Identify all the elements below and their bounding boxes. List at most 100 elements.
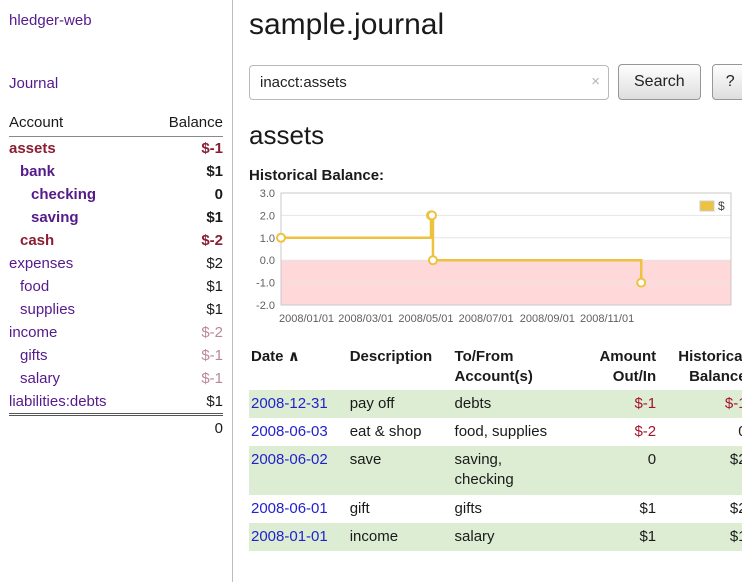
account-row: salary $-1: [9, 367, 223, 390]
account-link[interactable]: salary: [20, 370, 60, 387]
page-title: sample.journal: [249, 8, 742, 42]
search-input[interactable]: [249, 65, 609, 100]
register-row: 2008-12-31pay offdebts$-1$-1: [249, 390, 742, 418]
transaction-accounts: gifts: [453, 495, 580, 523]
svg-text:2008/01/01: 2008/01/01: [279, 313, 334, 325]
account-balance: 0: [147, 183, 223, 206]
account-link[interactable]: liabilities:debts: [9, 393, 107, 410]
account-link[interactable]: bank: [20, 163, 55, 180]
account-link[interactable]: supplies: [20, 301, 75, 318]
transaction-date-cell: 2008-01-01: [249, 523, 348, 551]
transaction-description: pay off: [348, 390, 453, 418]
register-header-row: Date ∧ Description To/From Account(s) Am…: [249, 345, 742, 390]
transaction-accounts: debts: [453, 390, 580, 418]
hledger-web-app: hledger-web Journal Account Balance asse…: [0, 0, 742, 582]
app-title-link[interactable]: hledger-web: [9, 12, 92, 29]
account-balance: $-2: [147, 229, 223, 252]
transaction-date-link[interactable]: 2008-01-01: [251, 528, 328, 545]
account-link[interactable]: food: [20, 278, 49, 295]
svg-text:2008/05/01: 2008/05/01: [398, 313, 453, 325]
sidebar: hledger-web Journal Account Balance asse…: [0, 0, 233, 582]
transaction-historical-balance: 0: [658, 418, 742, 446]
register-row: 2008-06-02savesaving, checking0$2: [249, 446, 742, 495]
transaction-date-link[interactable]: 2008-06-03: [251, 423, 328, 440]
account-name-cell: food: [9, 275, 147, 298]
account-name-cell: expenses: [9, 252, 147, 275]
transaction-description: save: [348, 446, 453, 495]
clear-search-icon[interactable]: ×: [591, 74, 600, 90]
account-balance: $1: [147, 206, 223, 229]
account-row: assets$-1: [9, 137, 223, 161]
journal-link[interactable]: Journal: [9, 75, 58, 92]
svg-text:2008/09/01: 2008/09/01: [520, 313, 575, 325]
account-link[interactable]: expenses: [9, 255, 73, 272]
register-row: 2008-06-01giftgifts$1$2: [249, 495, 742, 523]
col-header-historical-balance: Historical Balance: [658, 345, 742, 390]
svg-text:-2.0: -2.0: [256, 300, 275, 312]
account-name-cell: bank: [9, 160, 147, 183]
svg-text:3.0: 3.0: [260, 189, 275, 200]
historical-balance-chart: 3.02.01.00.0-1.0-2.02008/01/012008/03/01…: [249, 189, 736, 329]
svg-text:-1.0: -1.0: [256, 278, 275, 290]
account-row: income $-2: [9, 321, 223, 344]
account-balance: $1: [147, 298, 223, 321]
transaction-historical-balance: $-1: [658, 390, 742, 418]
search-button[interactable]: Search: [618, 64, 701, 100]
transaction-amount: $-2: [580, 418, 658, 446]
account-balance: $1: [147, 275, 223, 298]
accounts-header-row: Account Balance: [9, 112, 223, 137]
transaction-historical-balance: $2: [658, 495, 742, 523]
account-link[interactable]: cash: [20, 232, 54, 249]
col-header-description: Description: [348, 345, 453, 390]
transaction-date-cell: 2008-06-03: [249, 418, 348, 446]
col-header-tofrom-accounts: To/From Account(s): [453, 345, 580, 390]
account-row: food $1: [9, 275, 223, 298]
account-balance: $1: [147, 390, 223, 415]
account-balance: $-1: [147, 367, 223, 390]
register-table: Date ∧ Description To/From Account(s) Am…: [249, 345, 742, 551]
account-name-cell: gifts: [9, 344, 147, 367]
main-panel: sample.journal × Search ? assets Histori…: [233, 0, 742, 582]
transaction-description: income: [348, 523, 453, 551]
account-name-cell: checking: [9, 183, 147, 206]
balance-column-header: Balance: [147, 112, 223, 137]
transaction-date-link[interactable]: 2008-12-31: [251, 395, 328, 412]
account-link[interactable]: assets: [9, 140, 56, 157]
account-link[interactable]: saving: [31, 209, 79, 226]
account-balance: $2: [147, 252, 223, 275]
account-row: expenses $2: [9, 252, 223, 275]
account-heading: assets: [249, 120, 742, 151]
transaction-description: eat & shop: [348, 418, 453, 446]
transaction-accounts: salary: [453, 523, 580, 551]
account-balance: $-1: [147, 344, 223, 367]
account-row: cash $-2: [9, 229, 223, 252]
accounts-total-balance: 0: [147, 415, 223, 441]
account-link[interactable]: checking: [31, 186, 96, 203]
chart-title: Historical Balance:: [249, 167, 742, 184]
account-link[interactable]: income: [9, 324, 57, 341]
register-row: 2008-06-03eat & shopfood, supplies$-20: [249, 418, 742, 446]
transaction-amount: 0: [580, 446, 658, 495]
transaction-date-cell: 2008-06-02: [249, 446, 348, 495]
svg-text:0.0: 0.0: [260, 255, 275, 267]
col-header-date[interactable]: Date ∧: [249, 345, 348, 390]
account-name-cell: liabilities:debts: [9, 390, 147, 415]
date-header-label: Date: [251, 348, 284, 365]
account-link[interactable]: gifts: [20, 347, 48, 364]
transaction-amount: $1: [580, 495, 658, 523]
transaction-date-link[interactable]: 2008-06-01: [251, 500, 328, 517]
account-row: supplies $1: [9, 298, 223, 321]
search-bar: × Search ?: [249, 64, 742, 100]
account-balance: $-2: [147, 321, 223, 344]
transaction-date-link[interactable]: 2008-06-02: [251, 451, 328, 468]
svg-text:2008/07/01: 2008/07/01: [459, 313, 514, 325]
total-spacer: [9, 415, 147, 441]
account-name-cell: income: [9, 321, 147, 344]
account-name-cell: cash: [9, 229, 147, 252]
account-row: checking 0: [9, 183, 223, 206]
transaction-amount: $1: [580, 523, 658, 551]
help-button[interactable]: ?: [712, 64, 742, 100]
svg-text:2.0: 2.0: [260, 210, 275, 222]
transaction-amount: $-1: [580, 390, 658, 418]
sort-ascending-icon: ∧: [288, 348, 300, 365]
